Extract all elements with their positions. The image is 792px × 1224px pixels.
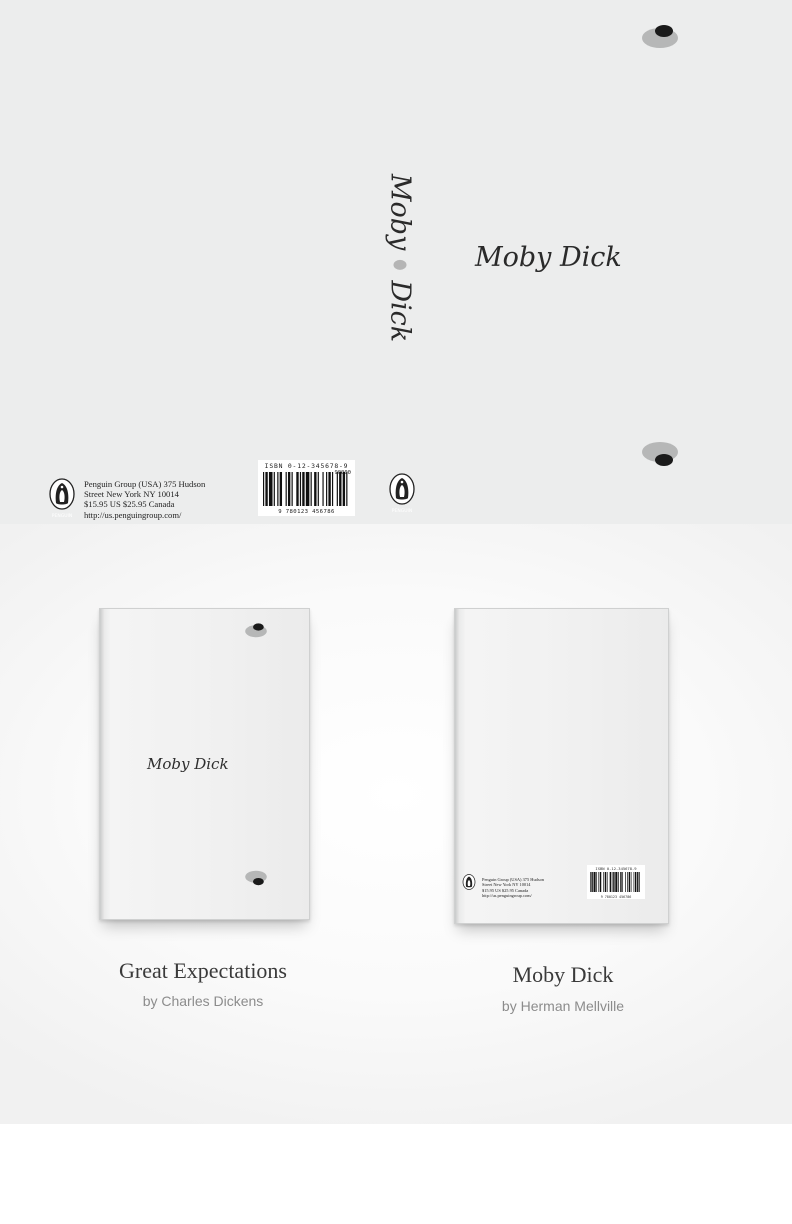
book-caption-title: Great Expectations xyxy=(119,958,287,983)
barcode-bar xyxy=(277,472,279,506)
publisher-line: Street New York NY 10014 xyxy=(84,489,179,500)
book-isbn-barcode: ISBN 0-12-345678-9 9 780123 456786 xyxy=(587,865,645,899)
barcode-bar xyxy=(620,872,622,892)
barcode-bar xyxy=(331,472,334,506)
barcode-digits: 9 780123 456786 xyxy=(278,509,335,515)
barcode-bar xyxy=(285,472,287,506)
barcode-bar xyxy=(627,872,628,892)
book-caption-author: by Charles Dickens xyxy=(142,993,264,1009)
barcode-bar xyxy=(609,872,612,892)
barcode-digits: 9 780123 456786 xyxy=(600,895,632,899)
penguin-logo-icon-spine: PENGUIN xyxy=(388,473,416,515)
barcode-bar xyxy=(346,472,348,506)
penguin-logo-icon-small xyxy=(462,874,476,895)
whale-eye-icon-bottom xyxy=(640,440,680,468)
svg-text:PENGUIN: PENGUIN xyxy=(52,513,72,519)
cover-spread: Moby Dick Moby Dick PENGUIN Penguin Grou… xyxy=(0,0,792,524)
barcode-bar xyxy=(630,872,632,892)
barcode-bar xyxy=(310,472,312,506)
book-cover-title: Moby Dick xyxy=(147,755,229,773)
publisher-url: http://us.penguingroup.com/ xyxy=(482,892,532,898)
whale-eye-icon-small-bottom xyxy=(244,869,268,887)
barcode-bar xyxy=(613,872,615,892)
barcode-bar xyxy=(302,472,305,506)
barcode-bar xyxy=(342,472,346,506)
barcode-bar xyxy=(618,872,619,892)
isbn-text: ISBN 0-12-345678-9 xyxy=(595,866,637,871)
barcode-bar xyxy=(326,472,328,506)
whale-eye-icon-small-top xyxy=(244,621,268,639)
barcode-bar xyxy=(637,872,639,892)
barcode-bar xyxy=(263,472,265,506)
isbn-barcode: ISBN 0-12-345678-9 90000 9 780123 456786 xyxy=(258,460,355,516)
penguin-logo-icon-back: PENGUIN xyxy=(48,478,76,520)
barcode-bar xyxy=(639,872,640,892)
spine-dot-icon xyxy=(393,260,407,271)
book-mockup-back[interactable]: Penguin Group (USA) 375 Hudson Street Ne… xyxy=(454,608,669,924)
barcode-bar xyxy=(317,472,319,506)
barcode-bar xyxy=(291,472,293,506)
publisher-url: http://us.penguingroup.com/ xyxy=(84,509,182,520)
barcode-bar xyxy=(603,872,605,892)
publisher-line: $15.95 US $25.95 Canada xyxy=(84,499,175,510)
barcode-bar xyxy=(268,472,273,506)
barcode-bar xyxy=(596,872,598,892)
barcode-bar xyxy=(622,872,624,892)
barcode-bar xyxy=(322,472,324,506)
publisher-line: Penguin Group (USA) 375 Hudson xyxy=(84,479,206,489)
barcode-bar xyxy=(611,872,613,892)
barcode-bar xyxy=(314,472,317,506)
book-caption-author: by Herman Mellville xyxy=(501,998,625,1014)
barcode-bar xyxy=(628,872,631,892)
barcode-bar xyxy=(615,872,618,892)
barcode-bar xyxy=(336,472,338,506)
spine-title-word-2: Dick xyxy=(384,280,416,343)
barcode-icon xyxy=(263,472,348,506)
barcode-icon-small xyxy=(590,872,640,892)
barcode-bar xyxy=(265,472,268,506)
barcode-bar xyxy=(339,472,342,506)
barcode-bar xyxy=(591,872,593,892)
whale-eye-icon-top xyxy=(640,22,680,50)
barcode-bar xyxy=(634,872,637,892)
barcode-bar xyxy=(625,872,626,892)
barcode-bar xyxy=(279,472,283,506)
publisher-address: Penguin Group (USA) 375 Hudson Street Ne… xyxy=(84,479,205,520)
barcode-bar xyxy=(296,472,299,506)
barcode-bar xyxy=(273,472,275,506)
book-caption-title: Moby Dick xyxy=(512,962,614,987)
book-publisher-address: Penguin Group (USA) 375 Hudson Street Ne… xyxy=(482,877,544,898)
barcode-bar xyxy=(328,472,331,506)
isbn-text: ISBN 0-12-345678-9 xyxy=(264,462,349,470)
barcode-bar xyxy=(590,872,591,892)
svg-text:PENGUIN: PENGUIN xyxy=(392,508,412,514)
barcode-bar xyxy=(598,872,600,892)
front-cover-title: Moby Dick xyxy=(475,242,622,273)
barcode-bar xyxy=(604,872,607,892)
barcode-bar xyxy=(287,472,291,506)
barcode-bar xyxy=(299,472,302,506)
barcode-bar xyxy=(305,472,310,506)
barcode-bar xyxy=(593,872,596,892)
spine-title: Moby Dick xyxy=(385,174,416,342)
spine-title-word-1: Moby xyxy=(384,173,416,251)
book-mockup-front[interactable]: Moby Dick xyxy=(99,608,310,920)
barcode-bar xyxy=(633,872,635,892)
barcode-bar xyxy=(606,872,608,892)
barcode-bar xyxy=(599,872,602,892)
